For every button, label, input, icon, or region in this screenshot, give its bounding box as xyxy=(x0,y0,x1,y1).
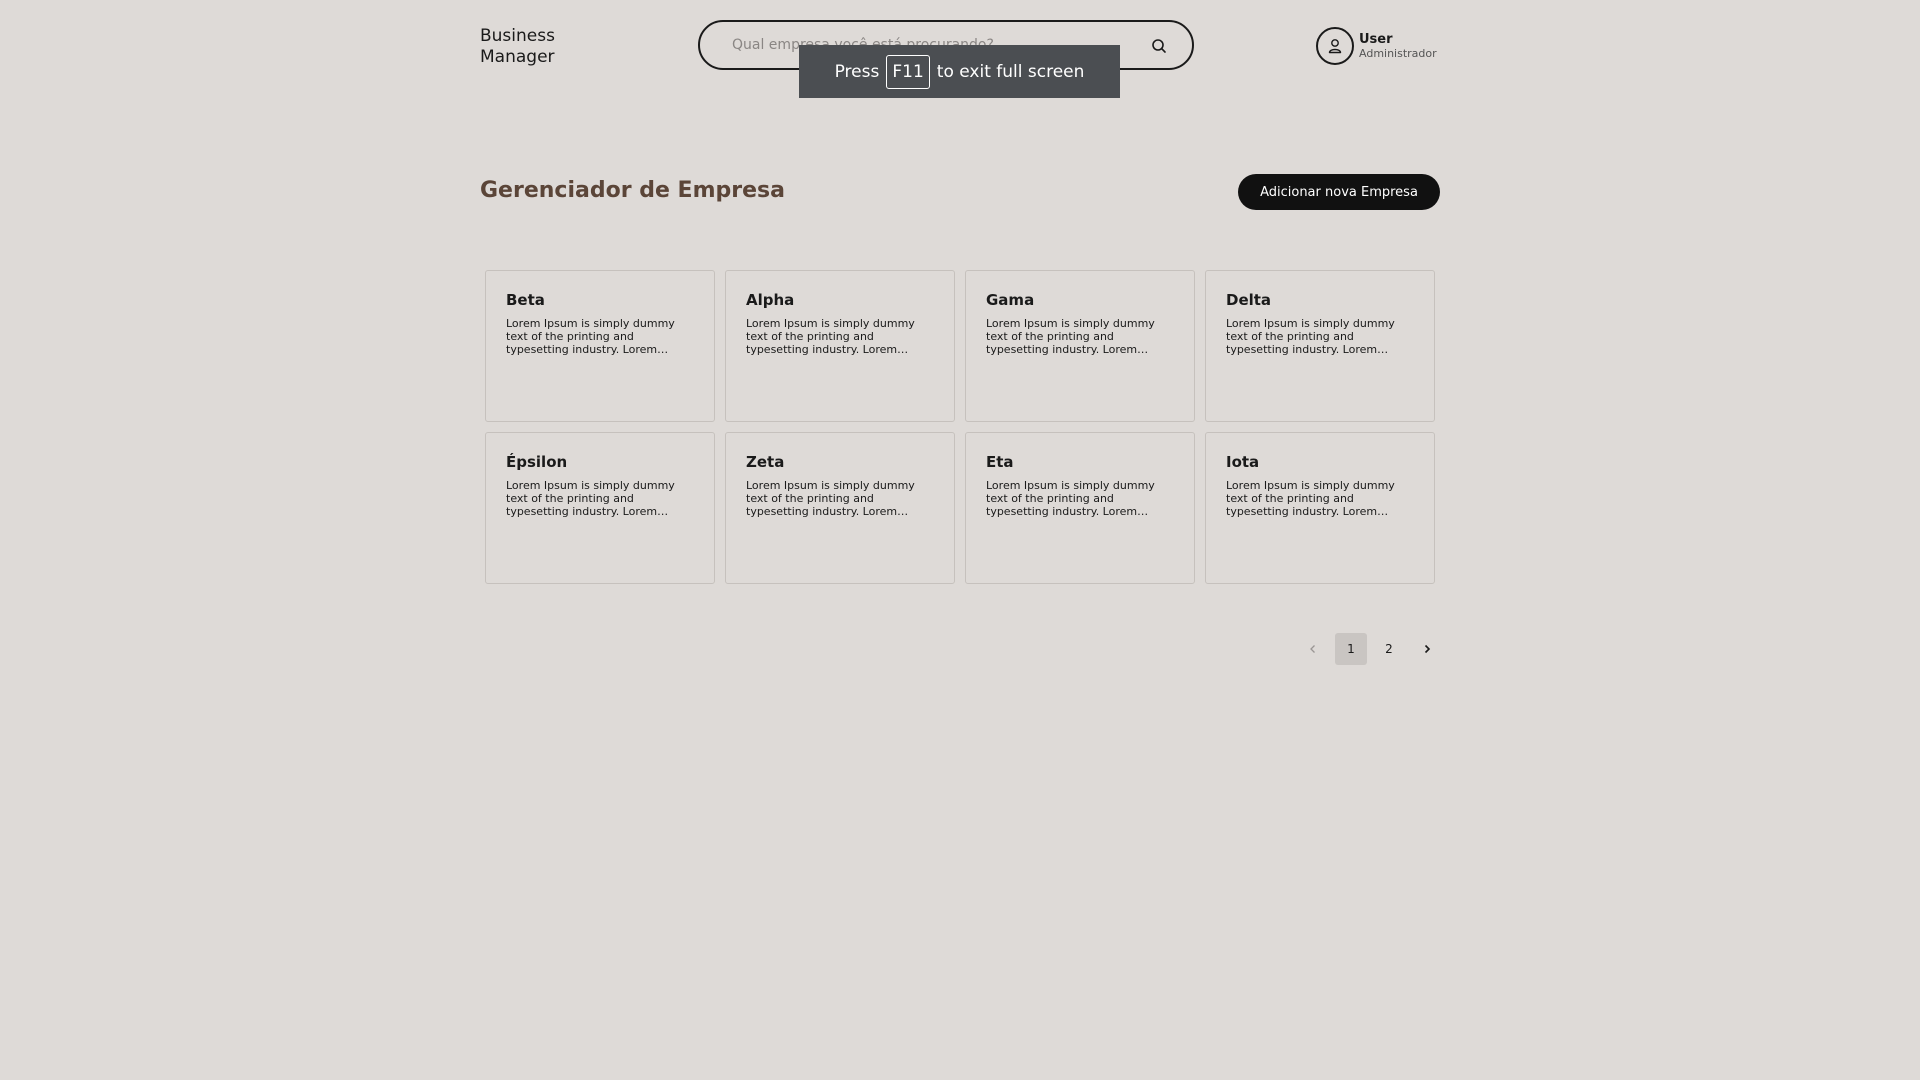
user-avatar-icon xyxy=(1316,27,1354,65)
user-name: User xyxy=(1359,32,1393,47)
company-card[interactable]: Iota Lorem Ipsum is simply dummy text of… xyxy=(1205,432,1435,584)
fullscreen-toast: Press F11 to exit full screen xyxy=(799,45,1120,98)
company-name: Iota xyxy=(1226,453,1260,471)
company-description: Lorem Ipsum is simply dummy text of the … xyxy=(506,317,675,356)
brand-line-2: Manager xyxy=(480,47,555,67)
company-description: Lorem Ipsum is simply dummy text of the … xyxy=(746,479,915,518)
company-card[interactable]: Gama Lorem Ipsum is simply dummy text of… xyxy=(965,270,1195,422)
chevron-left-icon[interactable] xyxy=(1297,633,1329,665)
company-name: Beta xyxy=(506,291,545,309)
company-name: Zeta xyxy=(746,453,785,471)
company-name: Épsilon xyxy=(506,453,568,471)
search-icon[interactable] xyxy=(1148,35,1170,57)
toast-suffix: to exit full screen xyxy=(936,61,1085,82)
company-description: Lorem Ipsum is simply dummy text of the … xyxy=(506,479,675,518)
brand-line-1: Business xyxy=(480,26,555,46)
pagination: 1 2 xyxy=(1291,633,1443,665)
page-title: Gerenciador de Empresa xyxy=(480,178,785,203)
brand-logo[interactable]: Business Manager xyxy=(480,26,600,68)
company-description: Lorem Ipsum is simply dummy text of the … xyxy=(1226,479,1395,518)
company-card[interactable]: Eta Lorem Ipsum is simply dummy text of … xyxy=(965,432,1195,584)
company-card[interactable]: Épsilon Lorem Ipsum is simply dummy text… xyxy=(485,432,715,584)
page-button-1[interactable]: 1 xyxy=(1335,633,1367,665)
user-menu[interactable]: User Administrador xyxy=(1316,27,1437,65)
company-grid: Beta Lorem Ipsum is simply dummy text of… xyxy=(485,270,1435,584)
chevron-right-icon[interactable] xyxy=(1411,633,1443,665)
company-card[interactable]: Alpha Lorem Ipsum is simply dummy text o… xyxy=(725,270,955,422)
toast-key: F11 xyxy=(886,54,930,89)
user-info: User Administrador xyxy=(1359,32,1437,60)
page-button-2[interactable]: 2 xyxy=(1373,633,1405,665)
add-company-button[interactable]: Adicionar nova Empresa xyxy=(1238,174,1440,210)
company-name: Delta xyxy=(1226,291,1272,309)
user-role: Administrador xyxy=(1359,47,1437,60)
company-card[interactable]: Beta Lorem Ipsum is simply dummy text of… xyxy=(485,270,715,422)
page: Business Manager User Administrador Pres… xyxy=(0,0,1920,1080)
company-card[interactable]: Zeta Lorem Ipsum is simply dummy text of… xyxy=(725,432,955,584)
company-name: Gama xyxy=(986,291,1035,309)
company-description: Lorem Ipsum is simply dummy text of the … xyxy=(986,479,1155,518)
company-description: Lorem Ipsum is simply dummy text of the … xyxy=(746,317,915,356)
company-name: Eta xyxy=(986,453,1014,471)
company-name: Alpha xyxy=(746,291,795,309)
company-card[interactable]: Delta Lorem Ipsum is simply dummy text o… xyxy=(1205,270,1435,422)
company-description: Lorem Ipsum is simply dummy text of the … xyxy=(1226,317,1395,356)
company-description: Lorem Ipsum is simply dummy text of the … xyxy=(986,317,1155,356)
toast-prefix: Press xyxy=(834,61,880,82)
